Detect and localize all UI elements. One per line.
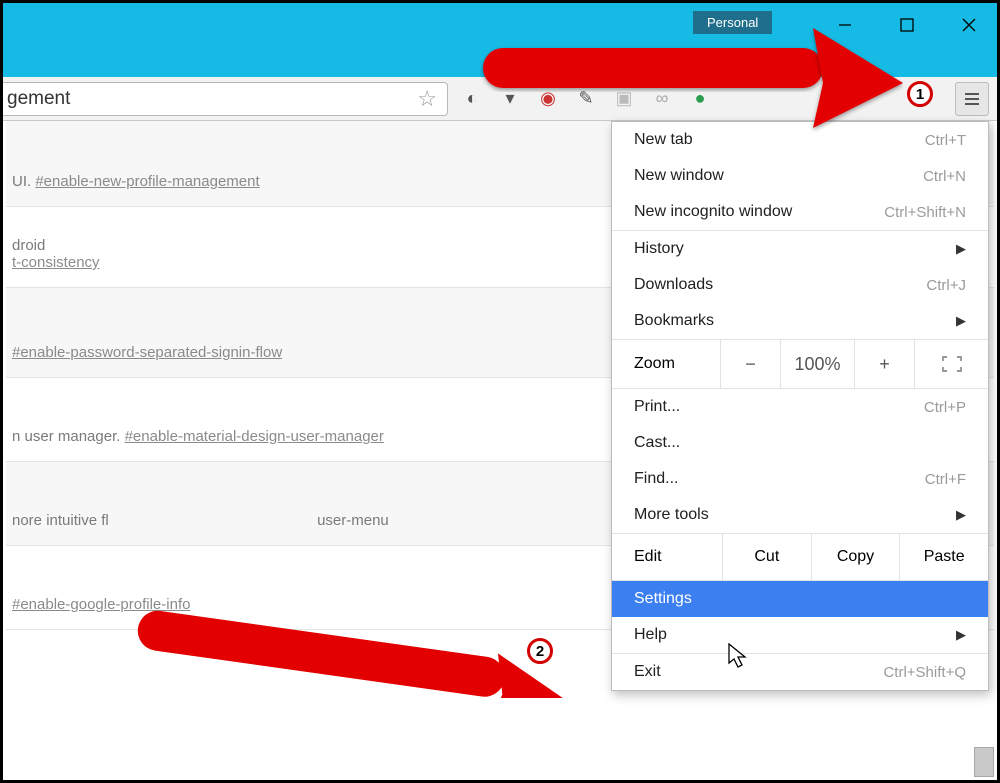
chevron-right-icon: ▶ [956, 627, 966, 643]
flag-link[interactable]: #enable-google-profile-info [12, 596, 190, 613]
menu-item-label: Bookmarks [634, 312, 714, 330]
menu-new-incognito[interactable]: New incognito window Ctrl+Shift+N [612, 194, 988, 230]
zoom-in-button[interactable]: + [854, 340, 914, 388]
tab-strip [3, 47, 997, 77]
flag-desc: nore intuitive fl [12, 512, 109, 529]
menu-find[interactable]: Find... Ctrl+F [612, 461, 988, 497]
menu-downloads[interactable]: Downloads Ctrl+J [612, 267, 988, 303]
scrollbar[interactable] [974, 747, 994, 777]
menu-more-tools[interactable]: More tools ▶ [612, 497, 988, 533]
fullscreen-icon [942, 356, 962, 372]
menu-cast[interactable]: Cast... [612, 425, 988, 461]
extension-icon-3[interactable]: ◉ [536, 87, 560, 111]
menu-copy[interactable]: Copy [811, 534, 900, 580]
extension-icon-5[interactable]: ▣ [612, 87, 636, 111]
menu-item-label: Help [634, 626, 667, 644]
profile-badge[interactable]: Personal [693, 11, 772, 34]
menu-shortcut: Ctrl+F [925, 471, 966, 488]
extension-icon-6[interactable]: ∞ [650, 87, 674, 111]
menu-item-label: Cast... [634, 434, 680, 452]
toolbar: gement ☆ ◐ ▾ ◉ ✎ ▣ ∞ ● [3, 77, 997, 121]
fullscreen-button[interactable] [914, 340, 988, 388]
pocket-icon[interactable]: ▾ [498, 87, 522, 111]
menu-print[interactable]: Print... Ctrl+P [612, 389, 988, 425]
title-bar: Personal [3, 3, 997, 47]
flag-desc: n user manager. [12, 428, 125, 445]
menu-item-label: New window [634, 167, 724, 185]
menu-shortcut: Ctrl+Shift+Q [883, 664, 966, 681]
flag-desc: user-menu [317, 512, 389, 529]
menu-bookmarks[interactable]: Bookmarks ▶ [612, 303, 988, 339]
flag-link[interactable]: t-consistency [12, 254, 100, 271]
menu-zoom-label: Zoom [612, 340, 720, 388]
flag-desc: droid [12, 237, 45, 254]
flag-link[interactable]: #enable-material-design-user-manager [125, 428, 384, 445]
menu-item-label: More tools [634, 506, 709, 524]
grammarly-icon[interactable]: ● [688, 87, 712, 111]
menu-shortcut: Ctrl+Shift+N [884, 204, 966, 221]
menu-exit[interactable]: Exit Ctrl+Shift+Q [612, 654, 988, 690]
menu-item-label: Find... [634, 470, 678, 488]
menu-item-label: New incognito window [634, 203, 792, 221]
menu-item-label: History [634, 240, 684, 258]
extension-icon-4[interactable]: ✎ [574, 87, 598, 111]
close-icon [962, 18, 976, 32]
menu-item-label: New tab [634, 131, 693, 149]
menu-item-label: Print... [634, 398, 680, 416]
chrome-menu-button[interactable] [955, 82, 989, 116]
address-bar-text: gement [3, 88, 411, 110]
menu-edit-row: Edit Cut Copy Paste [612, 533, 988, 581]
chevron-right-icon: ▶ [956, 241, 966, 257]
menu-shortcut: Ctrl+N [923, 168, 966, 185]
chrome-menu: New tab Ctrl+T New window Ctrl+N New inc… [611, 121, 989, 691]
chevron-right-icon: ▶ [956, 313, 966, 329]
menu-item-label: Settings [634, 590, 692, 608]
menu-help[interactable]: Help ▶ [612, 617, 988, 653]
flag-desc: UI. [12, 173, 35, 190]
menu-shortcut: Ctrl+P [924, 399, 966, 416]
zoom-out-button[interactable]: − [720, 340, 780, 388]
minimize-icon [838, 18, 852, 32]
menu-item-label: Downloads [634, 276, 713, 294]
flag-link[interactable]: #enable-new-profile-management [35, 173, 259, 190]
maximize-button[interactable] [887, 8, 927, 42]
maximize-icon [900, 18, 914, 32]
extension-icon-1[interactable]: ◐ [460, 87, 484, 111]
menu-settings[interactable]: Settings [612, 581, 988, 617]
zoom-level: 100% [780, 340, 854, 388]
bookmark-star-icon[interactable]: ☆ [411, 86, 437, 112]
menu-history[interactable]: History ▶ [612, 231, 988, 267]
menu-shortcut: Ctrl+J [926, 277, 966, 294]
hamburger-icon [963, 91, 981, 107]
extension-icons: ◐ ▾ ◉ ✎ ▣ ∞ ● [454, 77, 718, 120]
menu-shortcut: Ctrl+T [925, 132, 966, 149]
menu-new-tab[interactable]: New tab Ctrl+T [612, 122, 988, 158]
menu-cut[interactable]: Cut [722, 534, 811, 580]
minimize-button[interactable] [825, 8, 865, 42]
menu-new-window[interactable]: New window Ctrl+N [612, 158, 988, 194]
menu-paste[interactable]: Paste [899, 534, 988, 580]
flag-link[interactable]: #enable-password-separated-signin-flow [12, 344, 282, 361]
address-bar[interactable]: gement ☆ [3, 82, 448, 116]
menu-item-label: Exit [634, 663, 661, 681]
menu-zoom-row: Zoom − 100% + [612, 339, 988, 389]
menu-edit-label: Edit [612, 534, 722, 580]
chevron-right-icon: ▶ [956, 507, 966, 523]
close-button[interactable] [949, 8, 989, 42]
